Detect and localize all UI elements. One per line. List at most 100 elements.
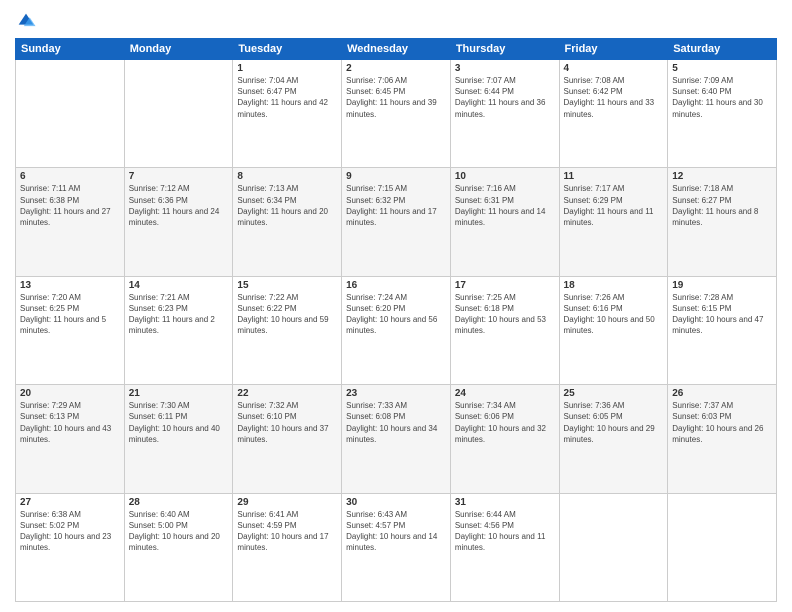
day-number: 15	[237, 280, 337, 291]
weekday-header-friday: Friday	[559, 39, 668, 60]
day-number: 7	[129, 171, 229, 182]
day-number: 31	[455, 497, 555, 508]
day-cell: 3Sunrise: 7:07 AM Sunset: 6:44 PM Daylig…	[450, 60, 559, 168]
day-cell: 24Sunrise: 7:34 AM Sunset: 6:06 PM Dayli…	[450, 385, 559, 493]
day-number: 3	[455, 63, 555, 74]
day-cell: 29Sunrise: 6:41 AM Sunset: 4:59 PM Dayli…	[233, 493, 342, 601]
day-number: 28	[129, 497, 229, 508]
day-number: 14	[129, 280, 229, 291]
day-info: Sunrise: 7:13 AM Sunset: 6:34 PM Dayligh…	[237, 183, 337, 228]
day-info: Sunrise: 7:08 AM Sunset: 6:42 PM Dayligh…	[564, 75, 664, 120]
day-number: 27	[20, 497, 120, 508]
day-info: Sunrise: 7:18 AM Sunset: 6:27 PM Dayligh…	[672, 183, 772, 228]
day-cell: 11Sunrise: 7:17 AM Sunset: 6:29 PM Dayli…	[559, 168, 668, 276]
week-row-1: 1Sunrise: 7:04 AM Sunset: 6:47 PM Daylig…	[16, 60, 777, 168]
day-cell: 16Sunrise: 7:24 AM Sunset: 6:20 PM Dayli…	[342, 276, 451, 384]
day-info: Sunrise: 6:43 AM Sunset: 4:57 PM Dayligh…	[346, 509, 446, 554]
weekday-header-tuesday: Tuesday	[233, 39, 342, 60]
day-number: 8	[237, 171, 337, 182]
day-info: Sunrise: 7:21 AM Sunset: 6:23 PM Dayligh…	[129, 292, 229, 337]
week-row-3: 13Sunrise: 7:20 AM Sunset: 6:25 PM Dayli…	[16, 276, 777, 384]
day-info: Sunrise: 7:15 AM Sunset: 6:32 PM Dayligh…	[346, 183, 446, 228]
day-info: Sunrise: 7:20 AM Sunset: 6:25 PM Dayligh…	[20, 292, 120, 337]
day-info: Sunrise: 7:11 AM Sunset: 6:38 PM Dayligh…	[20, 183, 120, 228]
day-cell: 9Sunrise: 7:15 AM Sunset: 6:32 PM Daylig…	[342, 168, 451, 276]
day-cell: 26Sunrise: 7:37 AM Sunset: 6:03 PM Dayli…	[668, 385, 777, 493]
day-info: Sunrise: 7:17 AM Sunset: 6:29 PM Dayligh…	[564, 183, 664, 228]
day-cell: 21Sunrise: 7:30 AM Sunset: 6:11 PM Dayli…	[124, 385, 233, 493]
day-cell	[16, 60, 125, 168]
day-cell: 18Sunrise: 7:26 AM Sunset: 6:16 PM Dayli…	[559, 276, 668, 384]
day-cell: 10Sunrise: 7:16 AM Sunset: 6:31 PM Dayli…	[450, 168, 559, 276]
day-cell: 19Sunrise: 7:28 AM Sunset: 6:15 PM Dayli…	[668, 276, 777, 384]
day-number: 6	[20, 171, 120, 182]
day-cell: 31Sunrise: 6:44 AM Sunset: 4:56 PM Dayli…	[450, 493, 559, 601]
weekday-header-sunday: Sunday	[16, 39, 125, 60]
day-info: Sunrise: 7:09 AM Sunset: 6:40 PM Dayligh…	[672, 75, 772, 120]
day-cell: 23Sunrise: 7:33 AM Sunset: 6:08 PM Dayli…	[342, 385, 451, 493]
day-info: Sunrise: 7:32 AM Sunset: 6:10 PM Dayligh…	[237, 400, 337, 445]
day-number: 9	[346, 171, 446, 182]
logo-icon	[15, 10, 37, 32]
day-cell: 12Sunrise: 7:18 AM Sunset: 6:27 PM Dayli…	[668, 168, 777, 276]
calendar: SundayMondayTuesdayWednesdayThursdayFrid…	[15, 38, 777, 602]
page: SundayMondayTuesdayWednesdayThursdayFrid…	[0, 0, 792, 612]
day-cell: 28Sunrise: 6:40 AM Sunset: 5:00 PM Dayli…	[124, 493, 233, 601]
day-cell: 2Sunrise: 7:06 AM Sunset: 6:45 PM Daylig…	[342, 60, 451, 168]
day-number: 24	[455, 388, 555, 399]
day-info: Sunrise: 7:33 AM Sunset: 6:08 PM Dayligh…	[346, 400, 446, 445]
day-number: 13	[20, 280, 120, 291]
day-info: Sunrise: 7:26 AM Sunset: 6:16 PM Dayligh…	[564, 292, 664, 337]
day-number: 19	[672, 280, 772, 291]
weekday-header-saturday: Saturday	[668, 39, 777, 60]
day-info: Sunrise: 7:12 AM Sunset: 6:36 PM Dayligh…	[129, 183, 229, 228]
day-cell: 30Sunrise: 6:43 AM Sunset: 4:57 PM Dayli…	[342, 493, 451, 601]
day-cell: 20Sunrise: 7:29 AM Sunset: 6:13 PM Dayli…	[16, 385, 125, 493]
day-cell	[559, 493, 668, 601]
day-number: 29	[237, 497, 337, 508]
day-number: 1	[237, 63, 337, 74]
day-info: Sunrise: 6:38 AM Sunset: 5:02 PM Dayligh…	[20, 509, 120, 554]
day-cell: 8Sunrise: 7:13 AM Sunset: 6:34 PM Daylig…	[233, 168, 342, 276]
week-row-5: 27Sunrise: 6:38 AM Sunset: 5:02 PM Dayli…	[16, 493, 777, 601]
day-info: Sunrise: 7:28 AM Sunset: 6:15 PM Dayligh…	[672, 292, 772, 337]
day-number: 22	[237, 388, 337, 399]
day-number: 12	[672, 171, 772, 182]
day-cell: 17Sunrise: 7:25 AM Sunset: 6:18 PM Dayli…	[450, 276, 559, 384]
day-info: Sunrise: 7:06 AM Sunset: 6:45 PM Dayligh…	[346, 75, 446, 120]
day-cell: 7Sunrise: 7:12 AM Sunset: 6:36 PM Daylig…	[124, 168, 233, 276]
day-info: Sunrise: 7:34 AM Sunset: 6:06 PM Dayligh…	[455, 400, 555, 445]
day-number: 2	[346, 63, 446, 74]
day-info: Sunrise: 7:16 AM Sunset: 6:31 PM Dayligh…	[455, 183, 555, 228]
day-number: 17	[455, 280, 555, 291]
day-cell: 6Sunrise: 7:11 AM Sunset: 6:38 PM Daylig…	[16, 168, 125, 276]
day-cell: 4Sunrise: 7:08 AM Sunset: 6:42 PM Daylig…	[559, 60, 668, 168]
day-number: 4	[564, 63, 664, 74]
day-info: Sunrise: 7:24 AM Sunset: 6:20 PM Dayligh…	[346, 292, 446, 337]
day-info: Sunrise: 6:40 AM Sunset: 5:00 PM Dayligh…	[129, 509, 229, 554]
day-info: Sunrise: 6:41 AM Sunset: 4:59 PM Dayligh…	[237, 509, 337, 554]
weekday-header-monday: Monday	[124, 39, 233, 60]
day-info: Sunrise: 7:22 AM Sunset: 6:22 PM Dayligh…	[237, 292, 337, 337]
day-cell: 5Sunrise: 7:09 AM Sunset: 6:40 PM Daylig…	[668, 60, 777, 168]
weekday-header-wednesday: Wednesday	[342, 39, 451, 60]
day-cell	[668, 493, 777, 601]
logo	[15, 10, 39, 32]
day-number: 21	[129, 388, 229, 399]
day-number: 30	[346, 497, 446, 508]
day-info: Sunrise: 7:37 AM Sunset: 6:03 PM Dayligh…	[672, 400, 772, 445]
day-number: 23	[346, 388, 446, 399]
day-info: Sunrise: 6:44 AM Sunset: 4:56 PM Dayligh…	[455, 509, 555, 554]
day-info: Sunrise: 7:04 AM Sunset: 6:47 PM Dayligh…	[237, 75, 337, 120]
day-number: 25	[564, 388, 664, 399]
day-number: 16	[346, 280, 446, 291]
day-info: Sunrise: 7:36 AM Sunset: 6:05 PM Dayligh…	[564, 400, 664, 445]
day-cell: 14Sunrise: 7:21 AM Sunset: 6:23 PM Dayli…	[124, 276, 233, 384]
day-number: 5	[672, 63, 772, 74]
day-number: 10	[455, 171, 555, 182]
day-cell: 13Sunrise: 7:20 AM Sunset: 6:25 PM Dayli…	[16, 276, 125, 384]
weekday-header-thursday: Thursday	[450, 39, 559, 60]
day-cell: 22Sunrise: 7:32 AM Sunset: 6:10 PM Dayli…	[233, 385, 342, 493]
day-info: Sunrise: 7:25 AM Sunset: 6:18 PM Dayligh…	[455, 292, 555, 337]
day-info: Sunrise: 7:29 AM Sunset: 6:13 PM Dayligh…	[20, 400, 120, 445]
